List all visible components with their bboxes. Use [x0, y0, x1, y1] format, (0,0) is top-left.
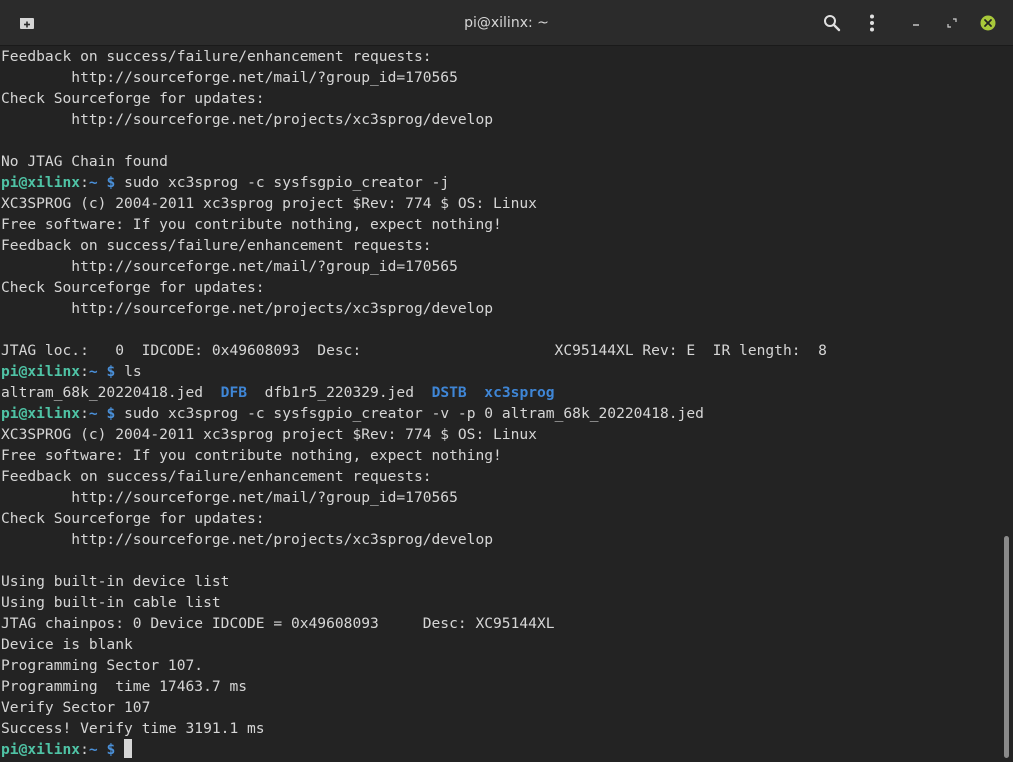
search-icon[interactable]	[820, 11, 844, 35]
prompt-dollar: $	[106, 741, 116, 758]
prompt-dollar: $	[106, 405, 116, 422]
text-cursor	[124, 739, 133, 758]
title-bar[interactable]: pi@xilinx: ~	[0, 0, 1013, 46]
maximize-icon[interactable]	[940, 11, 964, 35]
output-line: XC3SPROG (c) 2004-2011 xc3sprog project …	[1, 195, 537, 212]
prompt-separator: :	[80, 174, 89, 191]
prompt-user-host: pi@xilinx	[1, 405, 81, 422]
kebab-menu-icon[interactable]	[860, 11, 884, 35]
prompt-line: pi@xilinx:~ $ sudo xc3sprog -c sysfsgpio…	[1, 172, 827, 193]
command-text: ls	[124, 363, 142, 380]
prompt-line: pi@xilinx:~ $	[1, 739, 827, 760]
output-line: JTAG chainpos: 0 Device IDCODE = 0x49608…	[1, 615, 555, 632]
prompt-line: pi@xilinx:~ $ ls	[1, 361, 827, 382]
prompt-path: ~	[88, 405, 98, 422]
scrollbar[interactable]	[1000, 46, 1013, 762]
output-line: http://sourceforge.net/mail/?group_id=17…	[1, 69, 458, 86]
output-line: Verify Sector 107	[1, 699, 151, 716]
output-line: Free software: If you contribute nothing…	[1, 447, 502, 464]
prompt-separator: :	[80, 405, 89, 422]
ls-directory: DSTB	[431, 384, 467, 401]
output-line: Using built-in device list	[1, 573, 230, 590]
output-line: Feedback on success/failure/enhancement …	[1, 237, 432, 254]
output-line: Device is blank	[1, 636, 133, 653]
prompt-line: pi@xilinx:~ $ sudo xc3sprog -c sysfsgpio…	[1, 403, 827, 424]
output-line: JTAG loc.: 0 IDCODE: 0x49608093 Desc: XC…	[1, 342, 827, 359]
ls-gap	[467, 384, 485, 401]
prompt-separator: :	[80, 741, 89, 758]
terminal-output[interactable]: Feedback on success/failure/enhancement …	[0, 46, 1000, 762]
command-text: sudo xc3sprog -c sysfsgpio_creator -v -p…	[124, 405, 704, 422]
ls-directory: DFB	[220, 384, 248, 401]
prompt-user-host: pi@xilinx	[1, 741, 81, 758]
prompt-separator: :	[80, 363, 89, 380]
ls-gap	[414, 384, 432, 401]
prompt-user-host: pi@xilinx	[1, 174, 81, 191]
output-line: Feedback on success/failure/enhancement …	[1, 48, 432, 65]
prompt-user-host: pi@xilinx	[1, 363, 81, 380]
output-line: No JTAG Chain found	[1, 153, 168, 170]
output-line: Check Sourceforge for updates:	[1, 279, 265, 296]
command-text: sudo xc3sprog -c sysfsgpio_creator -j	[124, 174, 450, 191]
ls-file: altram_68k_20220418.jed	[1, 384, 204, 401]
ls-file: dfb1r5_220329.jed	[264, 384, 414, 401]
output-line: XC3SPROG (c) 2004-2011 xc3sprog project …	[1, 426, 537, 443]
close-icon[interactable]	[976, 11, 1000, 35]
output-line: http://sourceforge.net/projects/xc3sprog…	[1, 111, 494, 128]
prompt-dollar: $	[106, 363, 116, 380]
output-line: Feedback on success/failure/enhancement …	[1, 468, 432, 485]
prompt-dollar: $	[106, 174, 116, 191]
output-line: http://sourceforge.net/mail/?group_id=17…	[1, 489, 458, 506]
scrollbar-thumb[interactable]	[1004, 536, 1009, 758]
prompt-path: ~	[88, 741, 98, 758]
output-line: Check Sourceforge for updates:	[1, 90, 265, 107]
minimize-icon[interactable]	[904, 11, 928, 35]
terminal-lines: Feedback on success/failure/enhancement …	[1, 46, 827, 760]
output-line: Free software: If you contribute nothing…	[1, 216, 502, 233]
ls-output-line: altram_68k_20220418.jed DFB dfb1r5_22032…	[1, 382, 827, 403]
ls-gap	[247, 384, 265, 401]
output-line: Success! Verify time 3191.1 ms	[1, 720, 265, 737]
output-line: Programming Sector 107.	[1, 657, 204, 674]
prompt-path: ~	[88, 363, 98, 380]
terminal-window: pi@xilinx: ~ Feedback on success/failure…	[0, 0, 1013, 762]
prompt-path: ~	[88, 174, 98, 191]
output-line: Programming time 17463.7 ms	[1, 678, 248, 695]
output-line: Using built-in cable list	[1, 594, 221, 611]
output-line: http://sourceforge.net/projects/xc3sprog…	[1, 531, 494, 548]
ls-directory: xc3sprog	[484, 384, 555, 401]
output-line: http://sourceforge.net/mail/?group_id=17…	[1, 258, 458, 275]
output-line: Check Sourceforge for updates:	[1, 510, 265, 527]
ls-gap	[203, 384, 221, 401]
output-line: http://sourceforge.net/projects/xc3sprog…	[1, 300, 494, 317]
